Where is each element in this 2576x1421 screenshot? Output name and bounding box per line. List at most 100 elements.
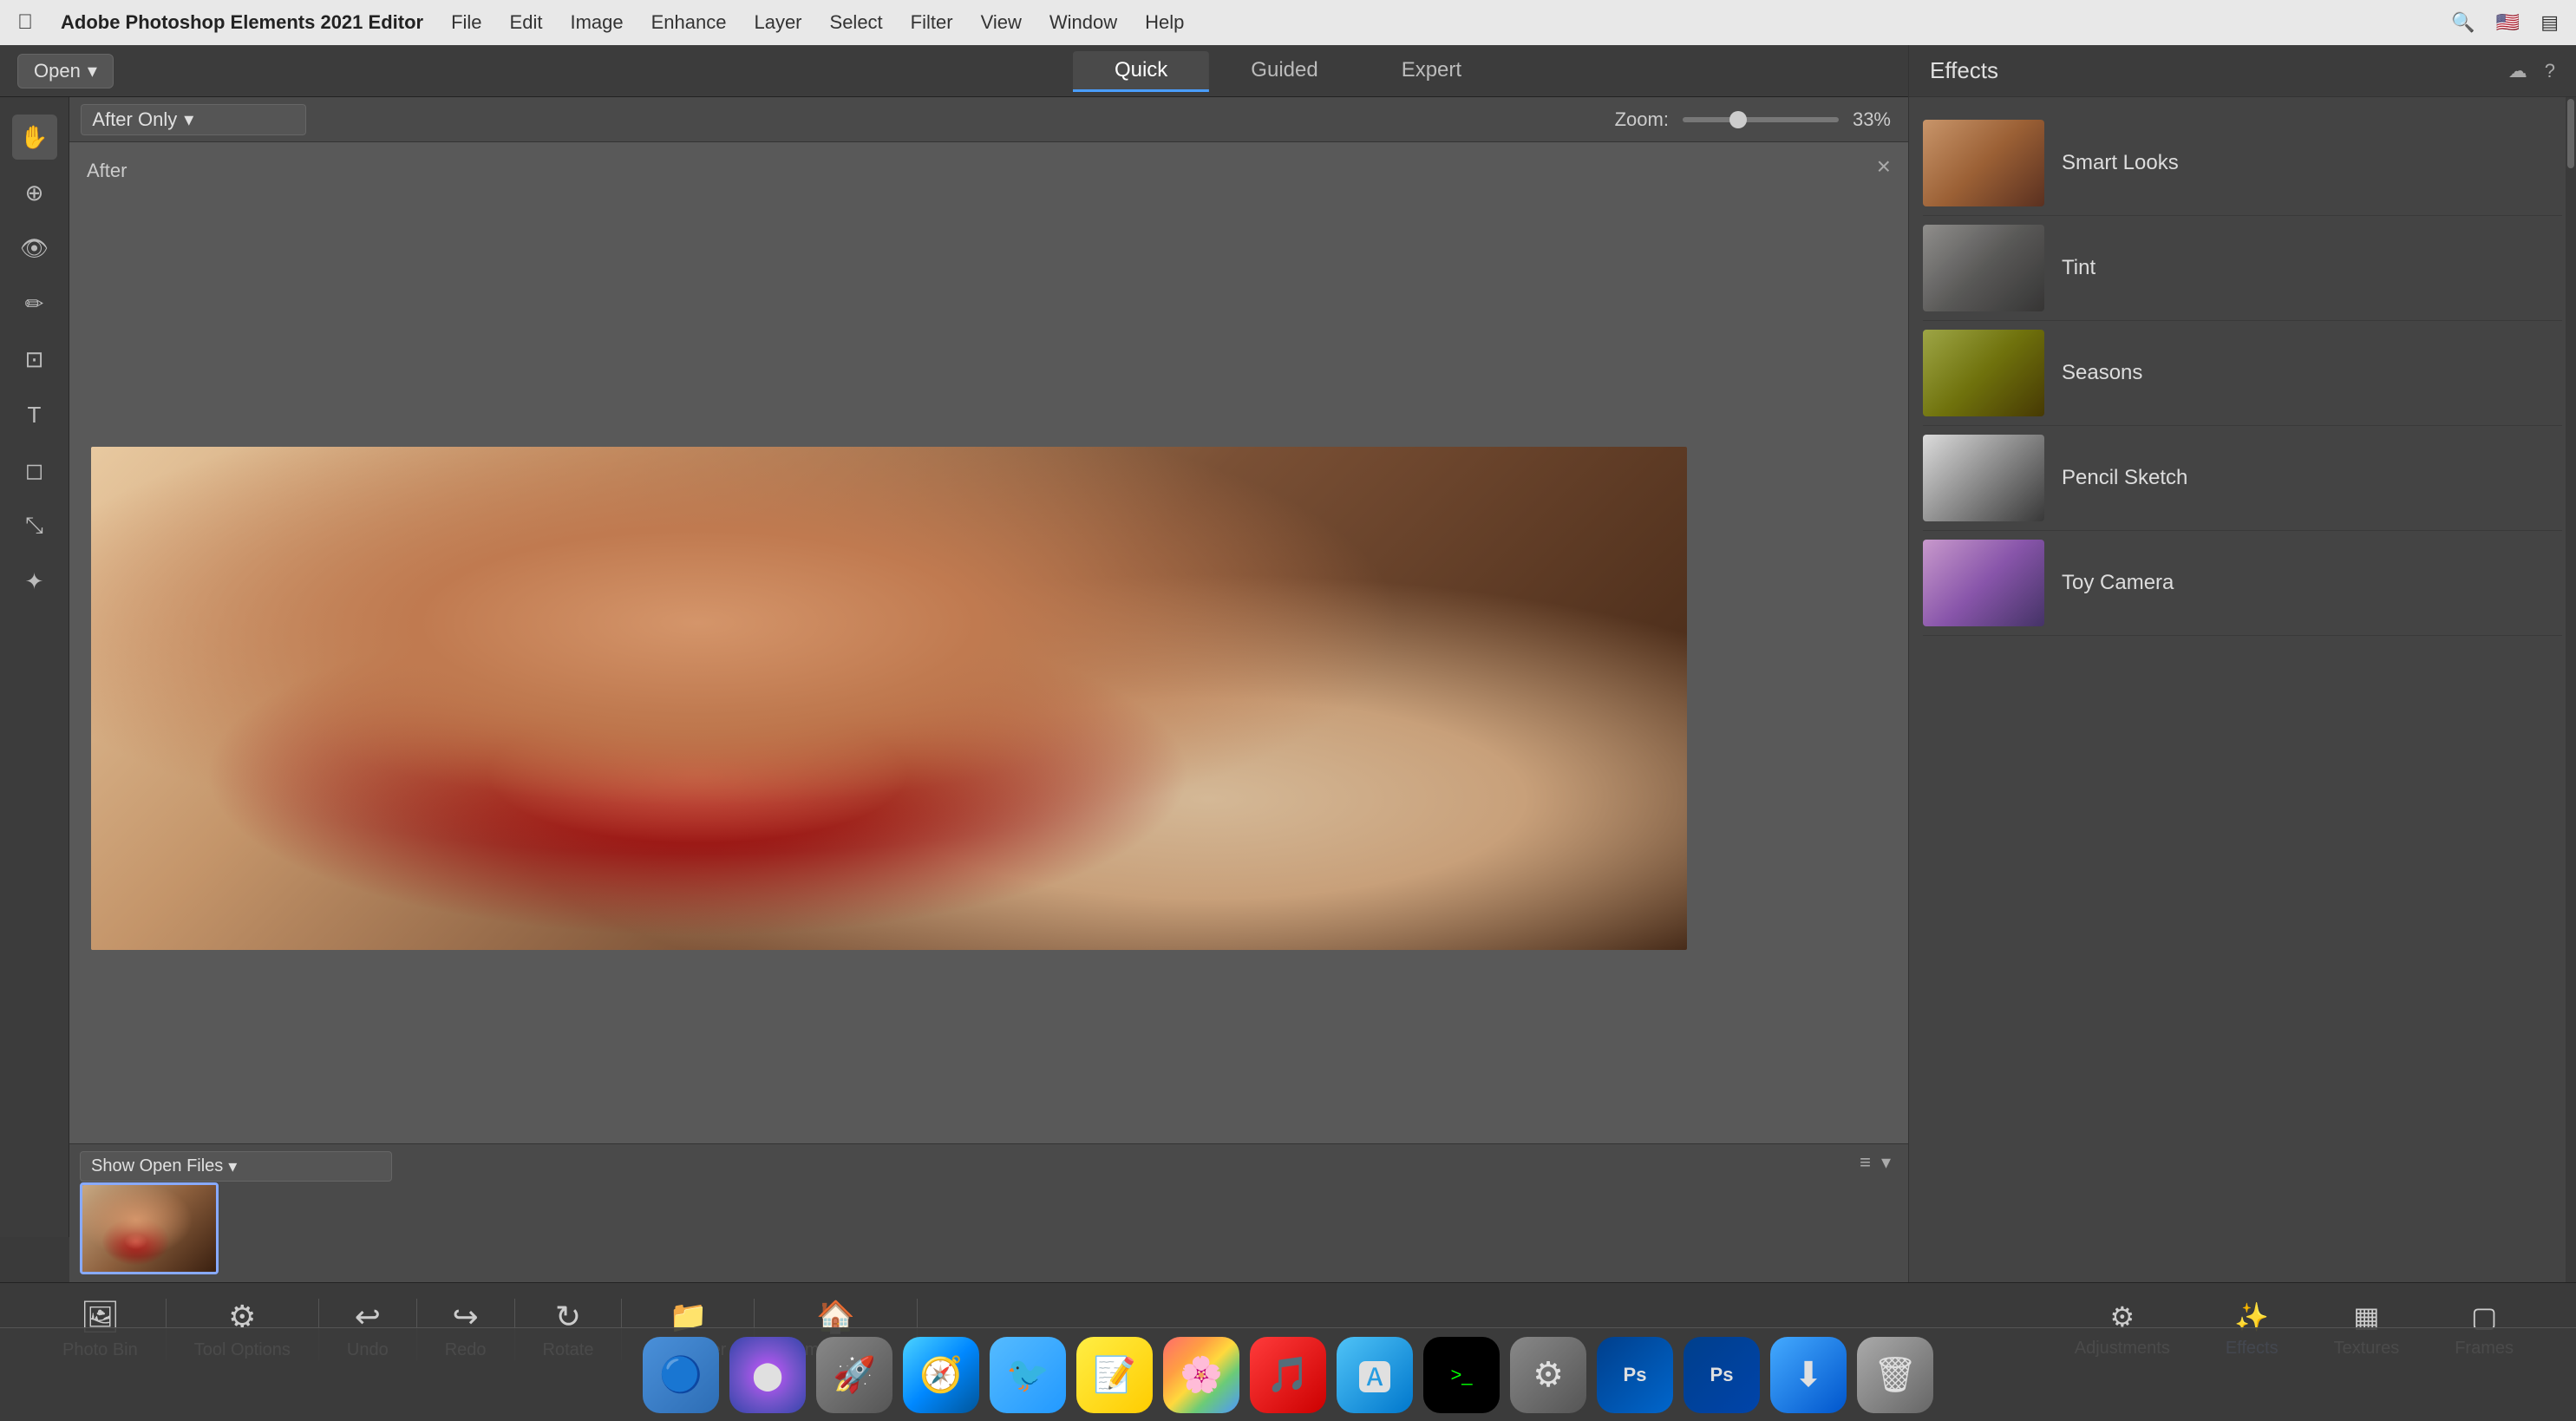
scrollbar-thumb[interactable] (2567, 99, 2574, 168)
effect-toy-camera[interactable]: Toy Camera (1923, 531, 2562, 636)
downloads-icon: ⬇ (1794, 1355, 1823, 1395)
dock-downloads[interactable]: ⬇ (1770, 1337, 1847, 1413)
menu-help[interactable]: Help (1145, 11, 1184, 34)
system-prefs-icon: ⚙ (1533, 1355, 1564, 1395)
tool-zoom[interactable]: ⊕ (12, 170, 57, 215)
list-view-icon[interactable]: ≡ (1860, 1151, 1871, 1174)
siri-icon: ⬤ (752, 1359, 783, 1392)
menu-filter[interactable]: Filter (911, 11, 953, 34)
right-panel-scrollbar[interactable] (2566, 97, 2576, 1282)
pse2-icon: Ps (1710, 1364, 1734, 1386)
tool-hand[interactable]: ✋ (12, 115, 57, 160)
dock-pse2[interactable]: Ps (1684, 1337, 1760, 1413)
dock-trash[interactable]: 🗑 (1857, 1337, 1933, 1413)
tab-expert[interactable]: Expert (1360, 51, 1503, 92)
tool-warp[interactable]: ✦ (12, 559, 57, 604)
tool-brush[interactable]: ✏ (12, 281, 57, 326)
effect-toy-camera-label: Toy Camera (2062, 571, 2174, 595)
view-option-value: After Only (92, 108, 177, 131)
effect-seasons[interactable]: Seasons (1923, 321, 2562, 426)
effect-smart-looks-label: Smart Looks (2062, 151, 2179, 175)
open-button[interactable]: Open ▾ (17, 54, 114, 88)
right-panel-actions: ☁ ? (2508, 60, 2555, 82)
tool-crop[interactable]: ⊡ (12, 337, 57, 382)
zoom-value: 33% (1853, 108, 1891, 131)
effect-seasons-label: Seasons (2062, 361, 2142, 385)
menu-edit[interactable]: Edit (510, 11, 543, 34)
tool-eraser[interactable]: ◻ (12, 448, 57, 493)
show-open-files-select[interactable]: Show Open Files ▾ (80, 1151, 392, 1182)
photo-image (91, 447, 1687, 950)
menu-image[interactable]: Image (570, 11, 623, 34)
photo-bin-strip: Show Open Files ▾ ≡ ▾ (69, 1143, 1908, 1282)
zoom-label: Zoom: (1615, 108, 1669, 131)
thumbnail-item[interactable] (80, 1182, 219, 1274)
search-icon[interactable]: 🔍 (2451, 11, 2475, 34)
trash-icon: 🗑 (1873, 1354, 1918, 1395)
dock-pse1[interactable]: Ps (1597, 1337, 1673, 1413)
apple-menu[interactable]:  (17, 10, 33, 35)
rocketship-icon: 🚀 (833, 1354, 876, 1395)
dock-safari[interactable]: 🧭 (903, 1337, 979, 1413)
mail-icon: 🐦 (1006, 1354, 1049, 1395)
dock-mail[interactable]: 🐦 (990, 1337, 1066, 1413)
menu-window[interactable]: Window (1049, 11, 1117, 34)
wifi-icon: ▤ (2540, 11, 2559, 34)
menu-select[interactable]: Select (830, 11, 883, 34)
dock-music[interactable]: 🎵 (1250, 1337, 1326, 1413)
pse1-icon: Ps (1624, 1364, 1647, 1386)
photo-canvas[interactable] (91, 447, 1687, 950)
dock-siri[interactable]: ⬤ (729, 1337, 806, 1413)
tool-transform[interactable]: ⤡ (12, 503, 57, 548)
effect-tint[interactable]: Tint (1923, 216, 2562, 321)
canvas-close-button[interactable]: × (1877, 153, 1891, 180)
app-name: Adobe Photoshop Elements 2021 Editor (61, 11, 423, 34)
menu-view[interactable]: View (981, 11, 1022, 34)
menu-file[interactable]: File (451, 11, 481, 34)
view-select[interactable]: After Only ▾ (81, 104, 306, 135)
music-icon: 🎵 (1266, 1354, 1310, 1395)
right-panel-title: Effects (1930, 57, 1998, 84)
photo-frame (87, 177, 1691, 1220)
effect-pencil-sketch-label: Pencil Sketch (2062, 466, 2187, 490)
dock-notes[interactable]: 📝 (1076, 1337, 1153, 1413)
canvas-area: × After (69, 142, 1908, 1237)
view-bar: View: After Only ▾ Zoom: 33% (0, 97, 1908, 142)
show-open-arrow-icon: ▾ (228, 1156, 237, 1177)
dock-rocketship[interactable]: 🚀 (816, 1337, 892, 1413)
show-open-files-label: Show Open Files (91, 1156, 223, 1176)
tab-guided[interactable]: Guided (1209, 51, 1359, 92)
dock-terminal[interactable]: >_ (1423, 1337, 1500, 1413)
menu-layer[interactable]: Layer (754, 11, 801, 34)
right-panel: Effects ☁ ? Smart Looks Tint Seasons Pen… (1908, 45, 2576, 1282)
effect-smart-looks[interactable]: Smart Looks (1923, 111, 2562, 216)
terminal-icon: >_ (1450, 1364, 1472, 1386)
tool-text[interactable]: T (12, 392, 57, 437)
tool-eye[interactable]: 👁 (12, 226, 57, 271)
dock-finder[interactable]: 🔵 (643, 1337, 719, 1413)
effect-pencil-sketch[interactable]: Pencil Sketch (1923, 426, 2562, 531)
dock-appstore[interactable]: 🅰 (1337, 1337, 1413, 1413)
zoom-slider-thumb[interactable] (1729, 111, 1747, 128)
cloud-sync-icon[interactable]: ☁ (2508, 60, 2527, 82)
dock-system-prefs[interactable]: ⚙ (1510, 1337, 1586, 1413)
strip-icons: ≡ ▾ (1860, 1151, 1891, 1174)
menu-bar:  Adobe Photoshop Elements 2021 Editor F… (0, 0, 2576, 45)
thumbnail-image (82, 1185, 216, 1272)
photos-icon: 🌸 (1180, 1354, 1223, 1395)
open-label: Open (34, 60, 81, 82)
effect-tint-label: Tint (2062, 256, 2095, 280)
grid-view-icon[interactable]: ▾ (1881, 1151, 1891, 1174)
help-icon[interactable]: ? (2545, 60, 2555, 82)
zoom-slider[interactable] (1683, 117, 1839, 122)
open-arrow-icon: ▾ (88, 60, 97, 82)
effects-list: Smart Looks Tint Seasons Pencil Sketch T… (1909, 97, 2576, 1282)
notes-icon: 📝 (1093, 1354, 1136, 1395)
dock-photos[interactable]: 🌸 (1163, 1337, 1239, 1413)
right-panel-header: Effects ☁ ? (1909, 45, 2576, 97)
flag-icon: 🇺🇸 (2496, 11, 2520, 34)
tab-quick[interactable]: Quick (1073, 51, 1209, 92)
safari-icon: 🧭 (919, 1354, 963, 1395)
menu-enhance[interactable]: Enhance (651, 11, 727, 34)
effect-tint-thumb (1923, 225, 2044, 311)
